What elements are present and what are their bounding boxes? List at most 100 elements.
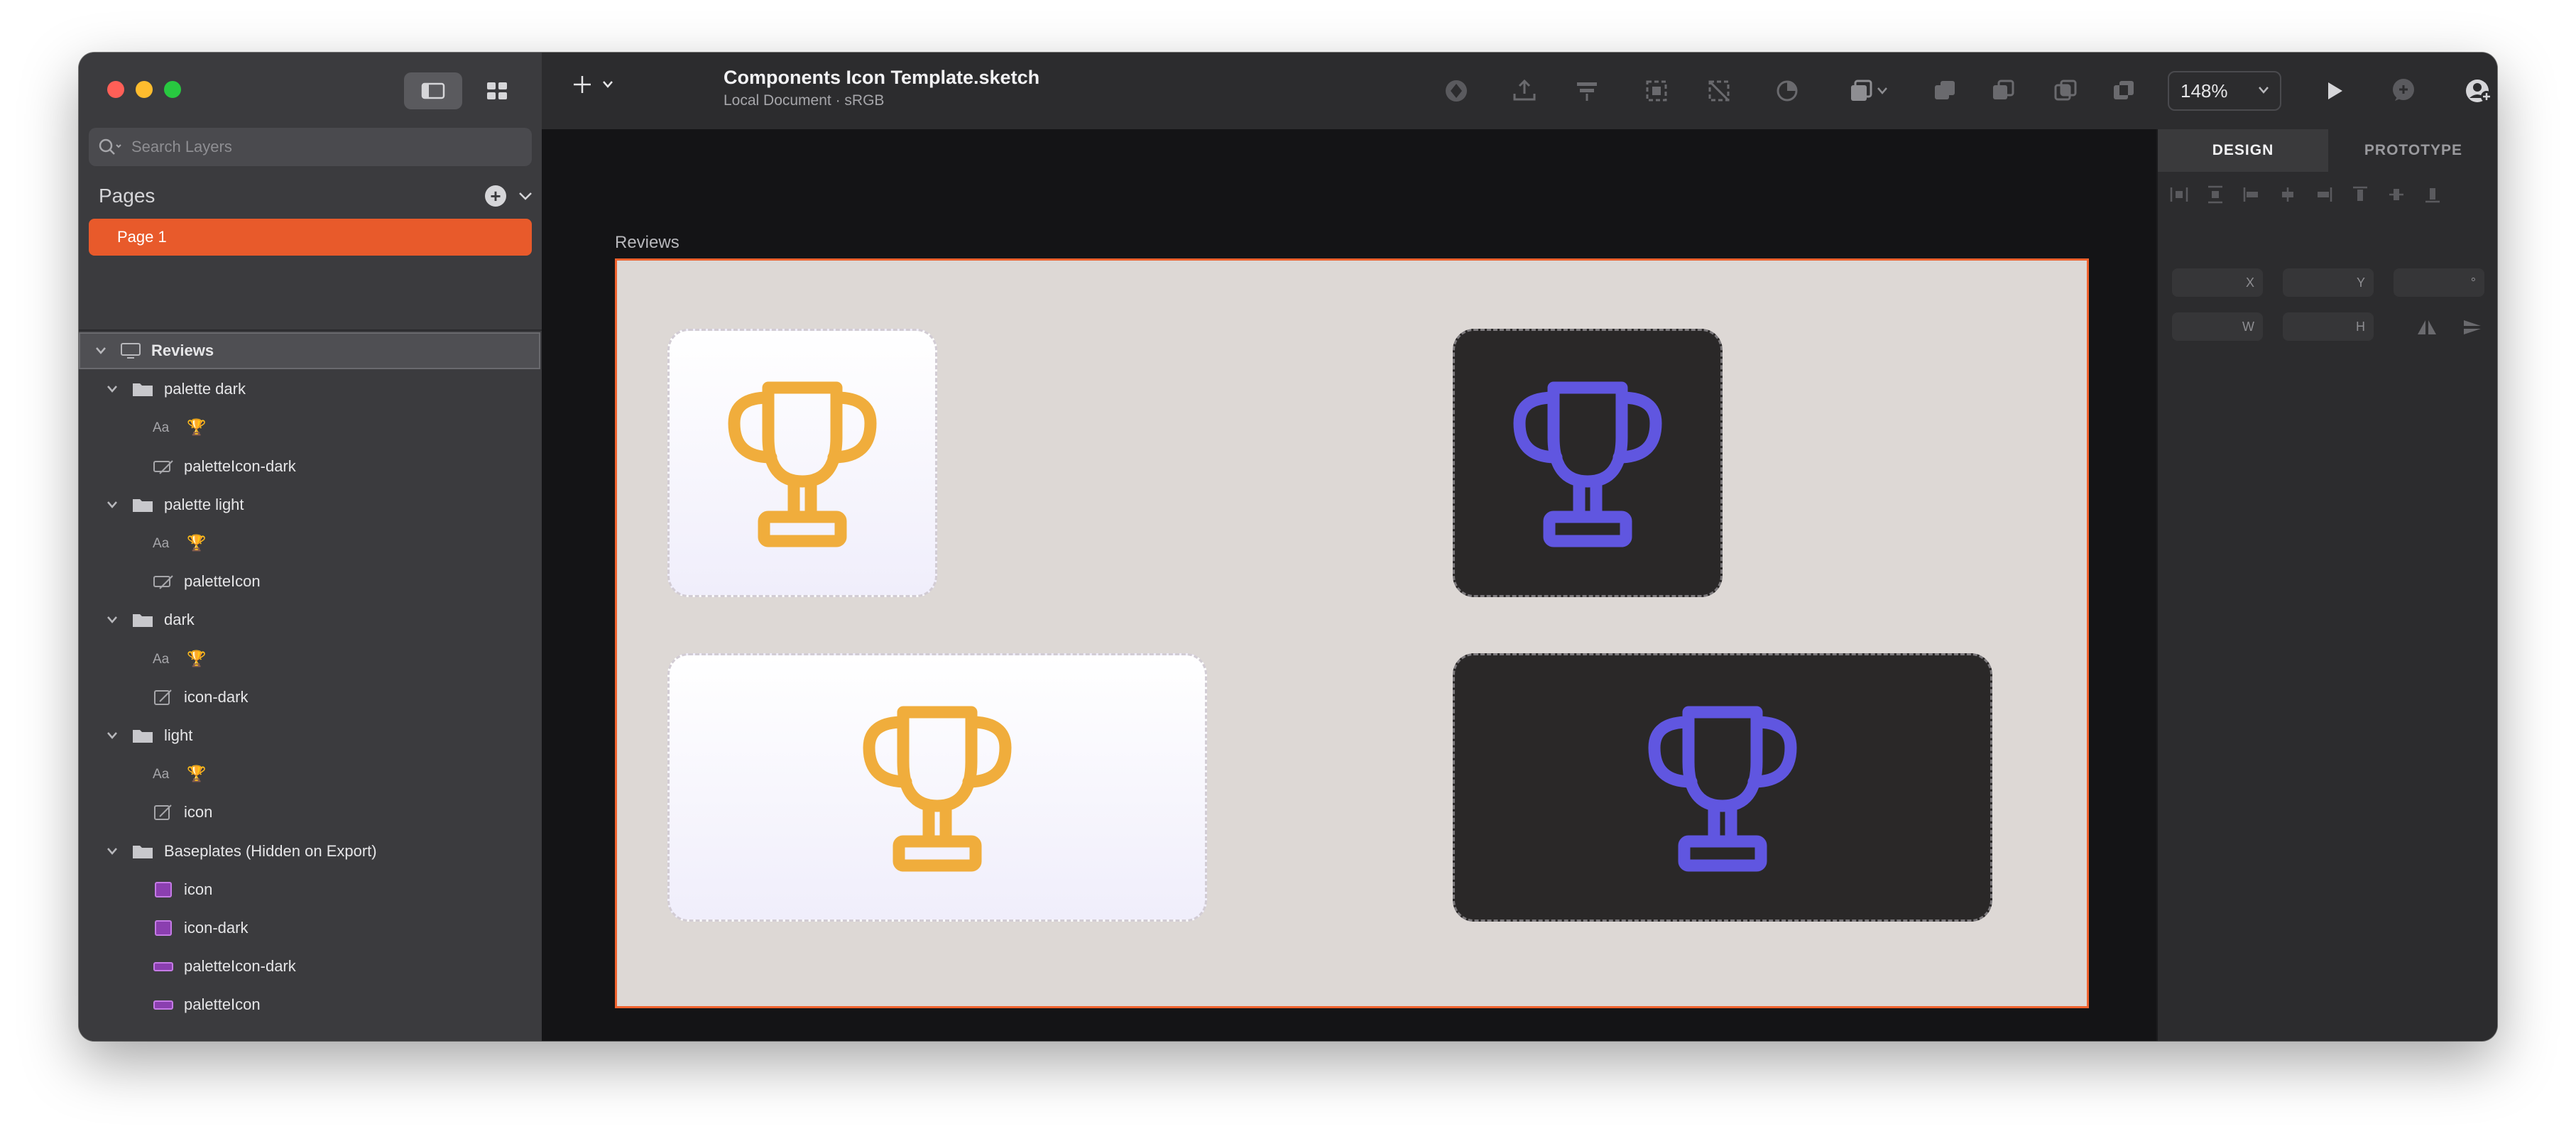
chevron-down-icon[interactable]	[104, 846, 120, 856]
minimize-window-button[interactable]	[136, 81, 153, 98]
subtract-icon	[1993, 80, 2014, 99]
insert-button[interactable]	[570, 72, 614, 97]
align-top-icon[interactable]	[2350, 185, 2370, 204]
add-page-button[interactable]: +	[485, 185, 506, 207]
layer-label: palette light	[164, 495, 244, 513]
comment-icon	[2393, 79, 2414, 101]
chevron-down-icon[interactable]	[104, 615, 120, 625]
resize-menu-button[interactable]	[1840, 71, 1896, 111]
layer-row[interactable]: paletteIcon	[79, 563, 540, 600]
layer-label: paletteIcon-dark	[184, 457, 296, 475]
x-field[interactable]: X	[2172, 268, 2263, 297]
rotation-field[interactable]: °	[2394, 268, 2484, 297]
layer-label: Reviews	[151, 342, 214, 359]
flip-vertical-icon	[2464, 320, 2481, 334]
flip-horizontal-icon	[2418, 320, 2436, 334]
share-button[interactable]	[2459, 71, 2497, 111]
intersect-button[interactable]	[2046, 71, 2085, 111]
close-window-button[interactable]	[107, 81, 124, 98]
layer-row[interactable]: Aa 🏆	[79, 640, 540, 677]
layer-row[interactable]: paletteIcon-dark	[79, 948, 540, 985]
difference-button[interactable]	[2104, 71, 2144, 111]
maximize-window-button[interactable]	[164, 81, 181, 98]
comments-button[interactable]	[2384, 71, 2423, 111]
preview-button[interactable]	[2314, 71, 2354, 111]
dark-icon-tile[interactable]	[1453, 653, 1992, 922]
layer-row-group[interactable]: palette light	[79, 486, 540, 523]
distribute-icon	[1577, 82, 1597, 101]
layer-row[interactable]: icon-dark	[79, 910, 540, 946]
layer-search[interactable]	[89, 128, 532, 166]
palette-light-tile[interactable]	[667, 329, 937, 597]
tab-design[interactable]: DESIGN	[2158, 129, 2328, 172]
layer-row-group[interactable]: dark	[79, 601, 540, 638]
text-layer-icon: Aa	[153, 650, 177, 667]
height-field-label: H	[2356, 319, 2365, 334]
zoom-select[interactable]: 148%	[2168, 71, 2281, 111]
toolbar: Components Icon Template.sketch Local Do…	[542, 53, 2497, 131]
distribute-vertical-icon[interactable]	[2205, 185, 2225, 204]
layer-row[interactable]: icon	[79, 871, 540, 908]
canvas[interactable]: Reviews	[542, 129, 2156, 1041]
canvas-view-button[interactable]	[404, 72, 462, 109]
user-add-icon	[2466, 80, 2492, 102]
layer-label: Baseplates (Hidden on Export)	[164, 841, 377, 860]
layer-label: 🏆	[187, 418, 207, 437]
height-field[interactable]: H	[2283, 312, 2374, 341]
symbol-icon	[153, 458, 174, 475]
layer-row-group[interactable]: Baseplates (Hidden on Export)	[79, 833, 540, 870]
align-bottom-icon[interactable]	[2423, 185, 2443, 204]
layer-row[interactable]: Aa 🏆	[79, 525, 540, 562]
subtract-button[interactable]	[1983, 71, 2023, 111]
folder-icon	[131, 381, 154, 398]
mask-button[interactable]	[1699, 71, 1739, 111]
layer-row-group[interactable]: light	[79, 717, 540, 754]
union-button[interactable]	[1925, 71, 1965, 111]
align-left-icon[interactable]	[2242, 185, 2261, 204]
search-input[interactable]	[130, 137, 516, 157]
layer-row-artboard[interactable]: Reviews	[79, 332, 540, 369]
layer-label: dark	[164, 611, 195, 629]
width-field[interactable]: W	[2172, 312, 2263, 341]
layer-row-group[interactable]: palette dark	[79, 371, 540, 408]
artboard-reviews[interactable]	[615, 258, 2089, 1008]
layer-row[interactable]: Aa 🏆	[79, 755, 540, 792]
rotate-button[interactable]	[1767, 71, 1807, 111]
folder-icon	[131, 727, 154, 744]
y-field[interactable]: Y	[2283, 268, 2374, 297]
distribute-horizontal-icon[interactable]	[2169, 185, 2189, 204]
page-item-page-1[interactable]: Page 1	[89, 219, 532, 256]
chevron-down-icon[interactable]	[518, 190, 533, 202]
chevron-down-icon[interactable]	[93, 346, 109, 356]
window-controls	[107, 81, 181, 98]
light-icon-tile[interactable]	[667, 653, 1207, 922]
inspector-panel: DESIGN PROTOTYPE X Y ° W H	[2156, 129, 2497, 1041]
symbol-icon	[1446, 80, 1467, 102]
align-center-icon[interactable]	[2278, 185, 2298, 204]
palette-dark-tile[interactable]	[1453, 329, 1723, 597]
distribute-button[interactable]	[1567, 71, 1607, 111]
layer-row[interactable]: paletteIcon	[79, 986, 540, 1023]
chevron-down-icon[interactable]	[104, 731, 120, 741]
components-view-button[interactable]	[468, 72, 526, 109]
chevron-down-icon[interactable]	[104, 500, 120, 510]
symbol-icon	[153, 573, 174, 590]
tab-prototype[interactable]: PROTOTYPE	[2328, 129, 2497, 172]
layer-row[interactable]: paletteIcon-dark	[79, 448, 540, 485]
align-right-icon[interactable]	[2314, 185, 2334, 204]
select-bounds-button[interactable]	[1637, 71, 1676, 111]
artboard-title[interactable]: Reviews	[615, 233, 680, 253]
flip-horizontal-button[interactable]	[2416, 318, 2438, 340]
rectangle-icon	[153, 881, 174, 898]
layer-label: icon	[184, 880, 213, 898]
layer-label: icon	[184, 803, 213, 822]
flip-vertical-button[interactable]	[2462, 318, 2483, 340]
layer-row[interactable]: icon-dark	[79, 679, 540, 716]
export-button[interactable]	[1505, 71, 1544, 111]
layer-row[interactable]: icon	[79, 794, 540, 831]
align-middle-icon[interactable]	[2386, 185, 2406, 204]
layer-row[interactable]: Aa 🏆	[79, 409, 540, 446]
chevron-down-icon[interactable]	[104, 384, 120, 394]
create-symbol-button[interactable]	[1436, 71, 1476, 111]
intersect-icon	[2054, 80, 2077, 101]
